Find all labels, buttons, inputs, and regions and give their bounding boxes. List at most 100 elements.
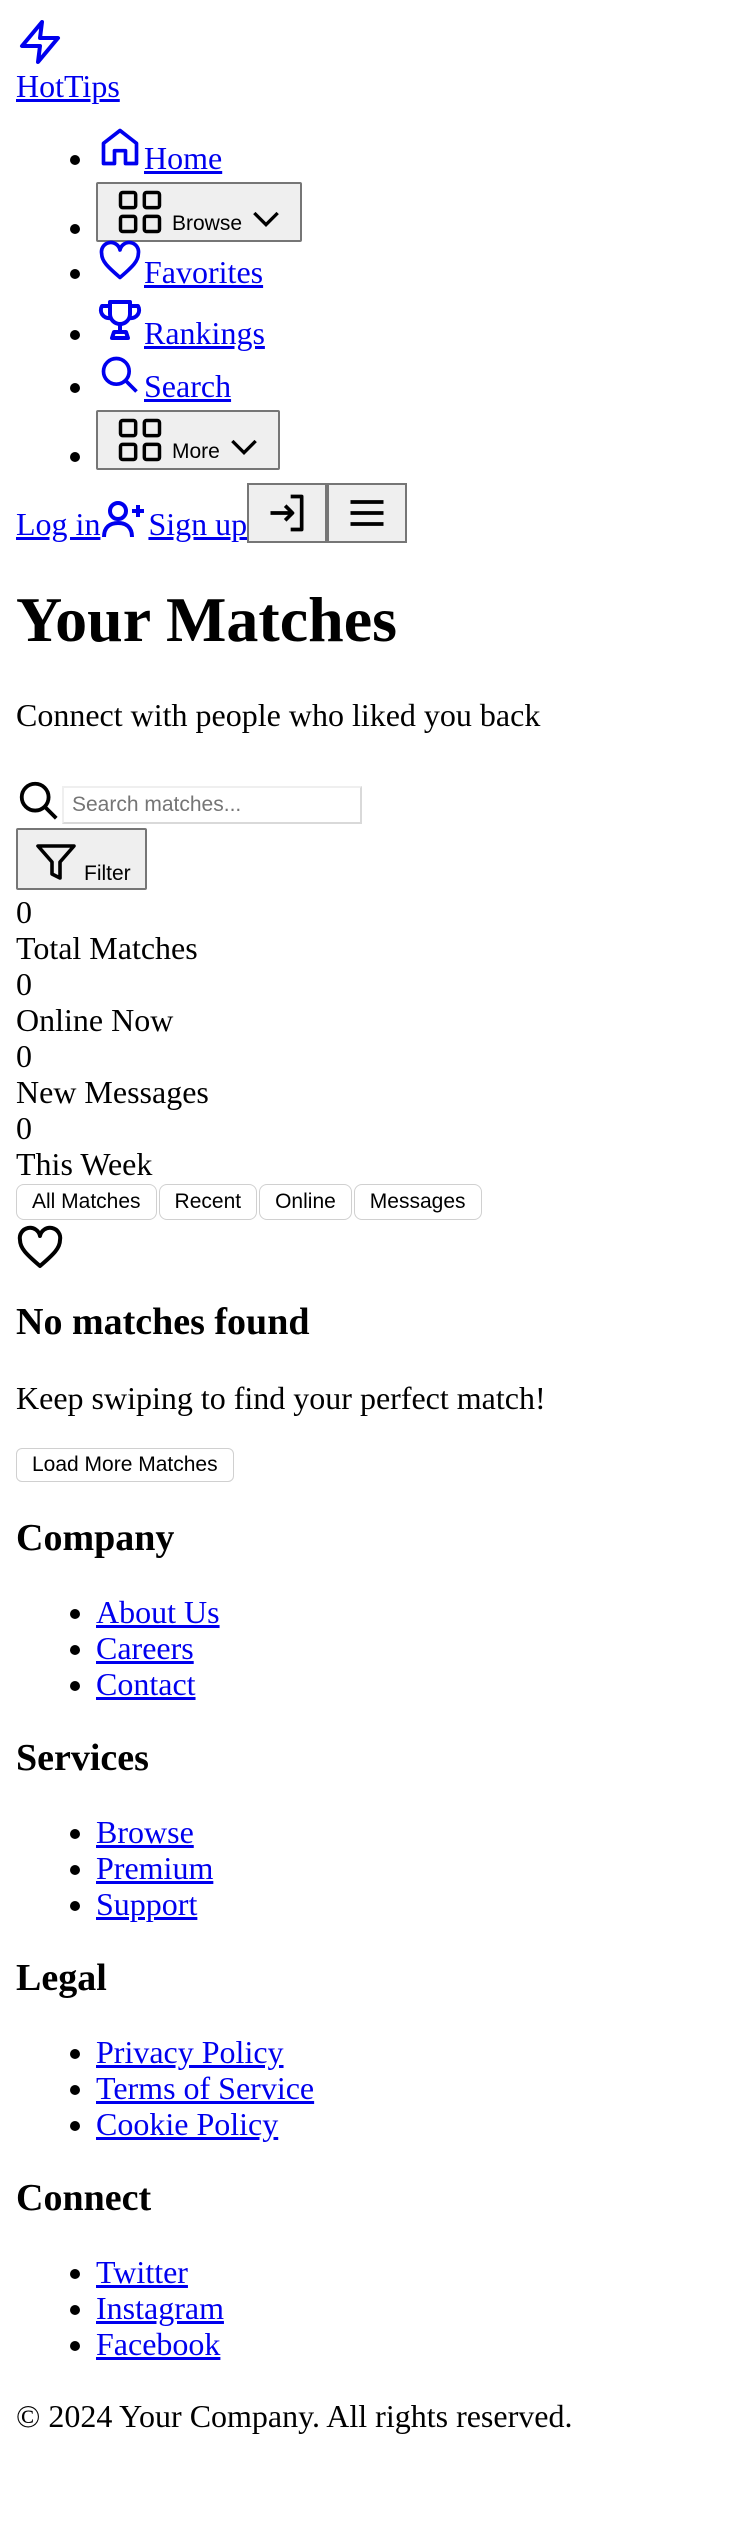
footer-links: Browse Premium Support (16, 1814, 734, 1922)
stat-value: 0 (16, 965, 32, 1002)
empty-state-title: No matches found (16, 1300, 310, 1343)
menu-button[interactable] (327, 482, 408, 543)
stat-label: New Messages (16, 1073, 209, 1110)
signup-label: Sign up (148, 506, 248, 542)
nav-label-rankings: Rankings (144, 314, 265, 351)
stat-label: Online Now (16, 1001, 174, 1038)
hamburger-menu-icon (350, 499, 384, 526)
list-item: Support (96, 1886, 734, 1922)
tab-recent[interactable]: Recent (158, 1183, 258, 1220)
heart-icon (99, 240, 141, 280)
nav-item-browse: Browse (96, 181, 734, 242)
lightning-icon (20, 20, 60, 64)
empty-state: No matches found Keep swiping to find yo… (16, 1224, 734, 1483)
login-link[interactable]: Log in (16, 506, 100, 543)
footer-link-premium[interactable]: Premium (96, 1850, 213, 1886)
footer-links: Privacy Policy Terms of Service Cookie P… (16, 2034, 734, 2142)
empty-state-text: Keep swiping to find your perfect match! (16, 1379, 546, 1416)
nav-item-favorites: Favorites (96, 239, 734, 296)
list-item: Cookie Policy (96, 2106, 734, 2142)
brand-link[interactable]: HotTips (16, 68, 734, 105)
nav-item-search: Search (96, 353, 734, 410)
stat-label: This Week (16, 1145, 153, 1182)
stat-value: 0 (16, 1109, 32, 1146)
nav-item-more: More (96, 409, 734, 470)
stat-online-now: 0 Online Now (16, 966, 734, 1038)
browse-button[interactable]: Browse (96, 181, 303, 242)
search-input[interactable] (62, 785, 362, 824)
browse-label: Browse (172, 211, 243, 235)
footer-heading: Services (16, 1737, 149, 1780)
chevron-down-icon (231, 439, 257, 455)
search-icon (101, 356, 138, 393)
main-nav: Home Browse Favorites Rankings (16, 125, 734, 470)
footer-section-company: Company About Us Careers Contact (16, 1518, 734, 1703)
footer-link-careers[interactable]: Careers (96, 1630, 194, 1666)
list-item: About Us (96, 1594, 734, 1630)
list-item: Instagram (96, 2290, 734, 2326)
more-button[interactable]: More (96, 409, 280, 470)
trophy-icon (98, 299, 142, 340)
footer-section-connect: Connect Twitter Instagram Facebook (16, 2176, 734, 2362)
list-item: Premium (96, 1850, 734, 1886)
copyright-text: © 2024 Your Company. All rights reserved… (16, 2397, 573, 2434)
load-more-button[interactable]: Load More Matches (16, 1448, 234, 1483)
list-item: Twitter (96, 2254, 734, 2290)
footer-heading: Legal (16, 1956, 107, 1999)
nav-link-search[interactable]: Search (96, 356, 232, 404)
footer-link-support[interactable]: Support (96, 1886, 197, 1922)
chevron-down-icon (253, 211, 279, 227)
footer-link-privacy-policy[interactable]: Privacy Policy (96, 2034, 284, 2070)
site-header: HotTips Home Browse Favorites (16, 16, 734, 543)
footer-link-browse[interactable]: Browse (96, 1814, 194, 1850)
footer-link-instagram[interactable]: Instagram (96, 2290, 224, 2326)
signup-link[interactable]: Sign up (100, 495, 247, 543)
nav-item-rankings: Rankings (96, 296, 734, 353)
tab-messages[interactable]: Messages (353, 1183, 482, 1220)
nav-label-search: Search (144, 367, 232, 404)
footer-link-contact[interactable]: Contact (96, 1666, 196, 1702)
footer-link-twitter[interactable]: Twitter (96, 2254, 188, 2290)
list-item: Privacy Policy (96, 2034, 734, 2070)
heart-icon (17, 1225, 63, 1268)
page: HotTips Home Browse Favorites (16, 0, 734, 2466)
nav-link-rankings[interactable]: Rankings (96, 299, 265, 351)
filter-label: Filter (84, 861, 131, 885)
page-title: Your Matches (16, 583, 397, 655)
nav-link-home[interactable]: Home (96, 128, 222, 176)
footer-link-terms-of-service[interactable]: Terms of Service (96, 2070, 314, 2106)
footer-links: Twitter Instagram Facebook (16, 2254, 734, 2362)
stat-value: 0 (16, 1037, 32, 1074)
list-item: Browse (96, 1814, 734, 1850)
filter-icon (36, 844, 76, 880)
grid-icon (118, 190, 162, 234)
nav-item-home: Home (96, 125, 734, 182)
footer-links: About Us Careers Contact (16, 1594, 734, 1702)
tab-all-matches[interactable]: All Matches (16, 1183, 157, 1220)
site-footer: Company About Us Careers Contact Service… (16, 1518, 734, 2434)
login-icon-button[interactable] (247, 482, 328, 543)
log-in-icon (270, 494, 304, 532)
list-item: Careers (96, 1630, 734, 1666)
stat-value: 0 (16, 893, 32, 930)
grid-icon (118, 418, 162, 462)
nav-label-favorites: Favorites (144, 253, 264, 290)
home-icon (101, 128, 139, 166)
list-item: Contact (96, 1666, 734, 1702)
tab-online[interactable]: Online (259, 1183, 352, 1220)
main-content: Your Matches Connect with people who lik… (16, 583, 734, 1483)
list-item: Terms of Service (96, 2070, 734, 2106)
search-icon (19, 781, 58, 820)
nav-link-favorites[interactable]: Favorites (96, 240, 264, 290)
match-tabs: All Matches Recent Online Messages (16, 1183, 734, 1220)
filter-button[interactable]: Filter (16, 827, 147, 890)
footer-link-cookie-policy[interactable]: Cookie Policy (96, 2106, 278, 2142)
list-item: Facebook (96, 2326, 734, 2362)
stat-total-matches: 0 Total Matches (16, 894, 734, 966)
stats-panel: 0 Total Matches 0 Online Now 0 New Messa… (16, 894, 734, 1182)
footer-link-about-us[interactable]: About Us (96, 1594, 220, 1630)
footer-heading: Connect (16, 2176, 152, 2219)
stat-label: Total Matches (16, 929, 198, 966)
footer-link-facebook[interactable]: Facebook (96, 2326, 220, 2362)
search-bar (16, 778, 734, 824)
